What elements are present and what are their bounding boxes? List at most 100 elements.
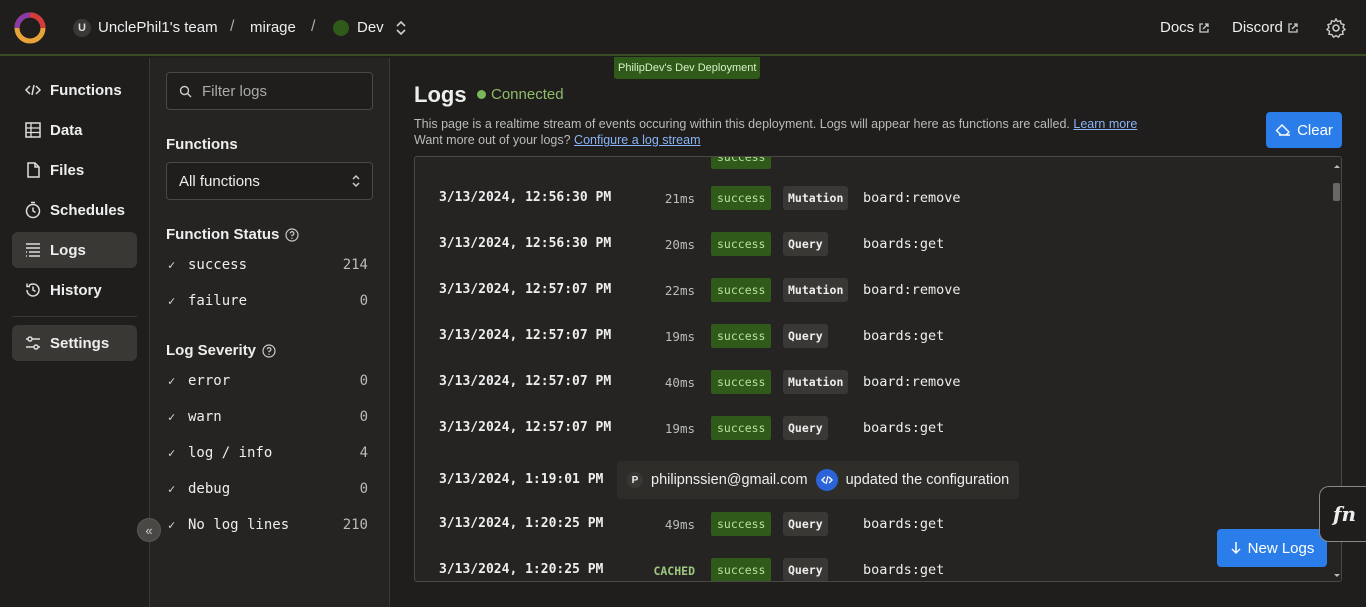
severity-filter-error[interactable]: ✓ error 0 <box>168 371 368 391</box>
function-name: board:remove <box>863 190 961 206</box>
sidebar-item-schedules[interactable]: Schedules <box>12 192 137 228</box>
severity-filter-label: warn <box>188 409 222 425</box>
docs-label: Docs <box>1160 19 1195 36</box>
severity-filter-count: 4 <box>359 445 368 461</box>
sidebar-item-label: Functions <box>50 81 122 99</box>
chevron-updown-icon[interactable] <box>394 18 408 38</box>
function-type-badge: Mutation <box>783 370 849 394</box>
severity-filter-debug[interactable]: ✓ debug 0 <box>168 479 368 499</box>
docs-link[interactable]: Docs <box>1160 19 1210 36</box>
discord-label: Discord <box>1232 19 1283 36</box>
breadcrumb-separator: / <box>311 18 316 35</box>
log-duration: 19ms <box>664 329 695 344</box>
scroll-up-icon[interactable] <box>1331 161 1342 171</box>
discord-link[interactable]: Discord <box>1232 19 1299 36</box>
severity-filter-label: debug <box>188 481 231 497</box>
severity-filter-count: 210 <box>342 517 368 533</box>
sidebar-item-history[interactable]: History <box>12 272 137 308</box>
log-duration: 49ms <box>664 517 695 532</box>
filter-logs-input[interactable] <box>202 82 362 100</box>
sidebar-item-data[interactable]: Data <box>12 112 137 148</box>
table-row[interactable]: 3/13/2024, 1:20:25 PM 49ms success Query… <box>415 501 1327 547</box>
table-row[interactable]: 3/13/2024, 12:56:30 PM 21ms success Muta… <box>415 175 1327 221</box>
table-row[interactable]: 3/13/2024, 12:57:07 PM 40ms success Muta… <box>415 359 1327 405</box>
configure-log-stream-link[interactable]: Configure a log stream <box>574 133 700 147</box>
table-row[interactable]: 3/13/2024, 12:57:07 PM 22ms success Muta… <box>415 267 1327 313</box>
log-stream-list[interactable]: success 3/13/2024, 12:56:30 PM 21ms succ… <box>414 156 1342 582</box>
help-icon[interactable] <box>285 227 299 242</box>
status-filter-label: failure <box>188 293 248 309</box>
table-row[interactable]: 3/13/2024, 1:20:25 PM CACHED success Que… <box>415 547 1327 581</box>
sidebar-item-settings[interactable]: Settings <box>12 325 137 361</box>
sidebar-item-files[interactable]: Files <box>12 152 137 188</box>
arrow-down-icon <box>1231 542 1241 555</box>
severity-filter-no-log-lines[interactable]: ✓ No log lines 210 <box>168 515 368 535</box>
chevron-updown-icon <box>352 174 360 188</box>
status-badge: success <box>711 416 772 440</box>
project-name[interactable]: mirage <box>250 19 296 36</box>
search-icon <box>179 85 192 97</box>
checkmark-icon: ✓ <box>168 518 176 532</box>
severity-filter-label: error <box>188 373 231 389</box>
table-row[interactable]: 3/13/2024, 12:56:30 PM 20ms success Quer… <box>415 221 1327 267</box>
status-badge: success <box>711 370 772 394</box>
logs-description: This page is a realtime stream of events… <box>414 117 1137 131</box>
function-type-badge: Mutation <box>783 278 849 302</box>
team-name[interactable]: UnclePhil1's team <box>98 19 218 36</box>
log-stream-prompt: Want more out of your logs? Configure a … <box>414 133 701 147</box>
severity-filter-warn[interactable]: ✓ warn 0 <box>168 407 368 427</box>
log-timestamp: 3/13/2024, 12:57:07 PM <box>439 420 612 435</box>
sidebar-item-logs[interactable]: Logs <box>12 232 137 268</box>
severity-filter-label: log / info <box>188 445 273 461</box>
log-timestamp: 3/13/2024, 12:56:30 PM <box>439 236 612 251</box>
deployment-name[interactable]: Dev <box>357 19 384 36</box>
description-text: This page is a realtime stream of events… <box>414 117 1070 131</box>
filter-panel: Functions All functions Function Status … <box>150 58 390 607</box>
filter-logs-field[interactable] <box>166 72 373 110</box>
function-name: boards:get <box>863 562 945 578</box>
page-title: Logs <box>414 82 467 107</box>
status-badge: success <box>711 558 772 581</box>
severity-filter-log-info[interactable]: ✓ log / info 4 <box>168 443 368 463</box>
severity-filter-label: No log lines <box>188 517 290 533</box>
log-severity-label: Log Severity <box>166 342 257 359</box>
function-name: board:remove <box>863 374 961 390</box>
function-name: boards:get <box>863 328 945 344</box>
logs-main: Logs Connected This page is a realtime s… <box>390 58 1366 607</box>
new-logs-button[interactable]: New Logs <box>1217 529 1327 567</box>
sidebar-item-label: Settings <box>50 334 110 352</box>
table-row[interactable]: 3/13/2024, 12:57:07 PM 19ms success Quer… <box>415 313 1327 359</box>
function-name: board:remove <box>863 282 961 298</box>
status-filter-failure[interactable]: ✓ failure 0 <box>168 291 368 311</box>
log-severity-title: Log Severity <box>166 342 276 359</box>
status-badge: success <box>711 157 772 169</box>
scrollbar-thumb[interactable] <box>1333 183 1340 201</box>
scroll-down-icon[interactable] <box>1331 571 1342 581</box>
status-badge: success <box>711 186 772 210</box>
functions-select[interactable]: All functions <box>166 162 373 200</box>
deployment-badge: PhilipDev's Dev Deployment <box>614 57 761 79</box>
log-timestamp: 3/13/2024, 12:57:07 PM <box>439 282 612 297</box>
log-duration: 19ms <box>664 421 695 436</box>
function-type-badge: Mutation <box>783 186 849 210</box>
log-timestamp: 3/13/2024, 1:20:25 PM <box>439 516 604 531</box>
log-timestamp: 3/13/2024, 12:57:07 PM <box>439 374 612 389</box>
status-badge: success <box>711 324 772 348</box>
sidebar-item-functions[interactable]: Functions <box>12 72 137 108</box>
status-dot-icon <box>477 90 486 99</box>
log-timestamp: 3/13/2024, 12:56:30 PM <box>439 190 612 205</box>
list-icon <box>26 243 40 257</box>
gear-icon[interactable] <box>1325 17 1347 39</box>
function-runner-button[interactable]: fn <box>1319 486 1366 542</box>
code-icon <box>815 469 838 491</box>
collapse-sidebar-button[interactable]: « <box>137 518 161 542</box>
convex-logo-icon[interactable] <box>14 12 46 44</box>
table-row[interactable]: 3/13/2024, 12:57:07 PM 19ms success Quer… <box>415 405 1327 451</box>
help-icon[interactable] <box>262 343 276 358</box>
clear-button[interactable]: Clear <box>1266 112 1342 148</box>
sidebar-item-label: Logs <box>50 241 86 259</box>
function-type-badge: Query <box>783 512 828 536</box>
learn-more-link[interactable]: Learn more <box>1073 117 1137 131</box>
clock-icon <box>25 201 41 219</box>
status-filter-success[interactable]: ✓ success 214 <box>168 255 368 275</box>
